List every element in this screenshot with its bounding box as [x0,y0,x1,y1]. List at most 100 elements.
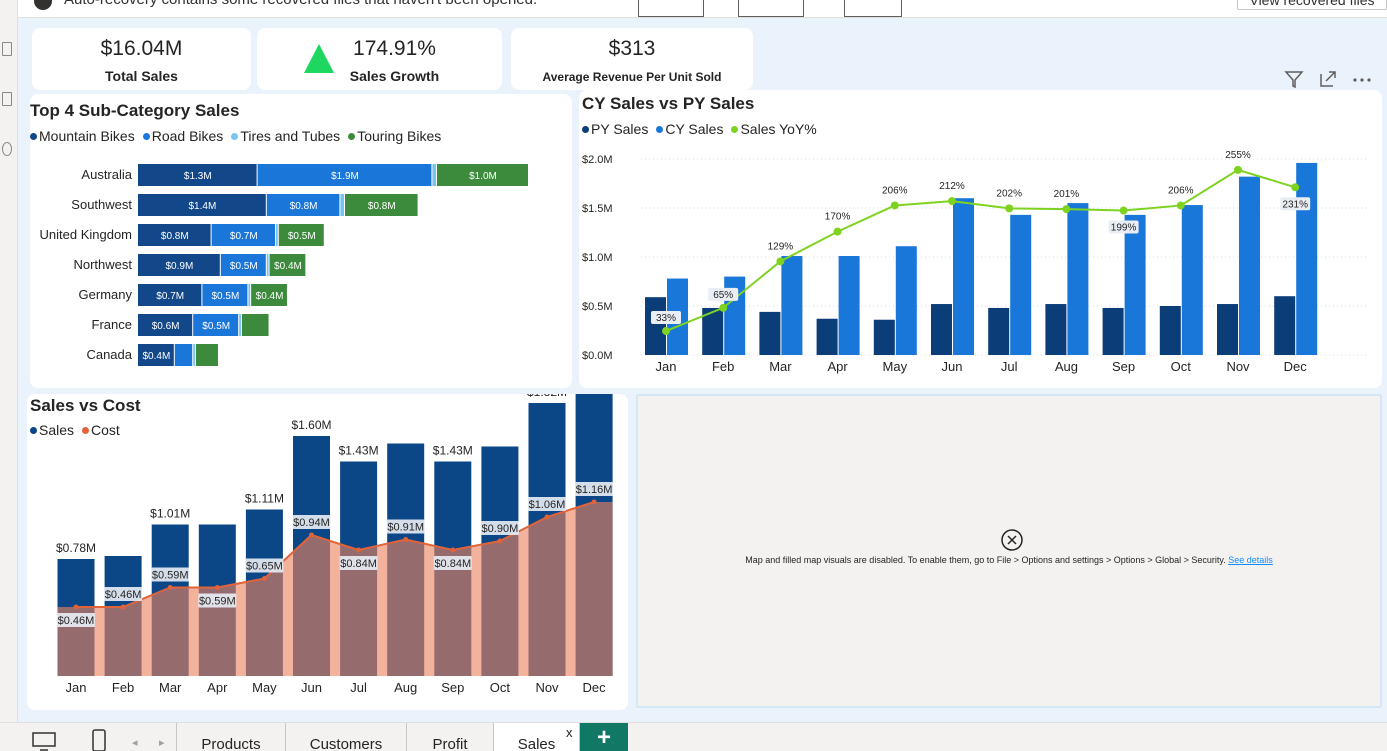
more-options-icon[interactable] [1351,68,1373,90]
tab-profit[interactable]: Profit [407,723,494,751]
view-recovered-files-button[interactable]: View recovered files [1237,0,1387,10]
x-tick-label: May [252,680,277,695]
data-label: $1.0M [469,171,497,182]
scroll-left-icon[interactable]: ◂ [132,736,138,749]
data-label: $0.8M [368,201,396,212]
cy-sales-bar [895,246,917,355]
x-tick-label: Dec [583,680,607,695]
power-bi-desktop-window: Auto-recovery contains some recovered fi… [0,0,1387,751]
add-page-button[interactable]: + [580,723,628,751]
sales-vs-cost-visual[interactable]: Sales vs Cost Sales Cost Jan Feb Mar Apr May J… [27,394,628,710]
stacked-bar-segment [340,194,344,216]
top4-chart-svg: Australia $1.3M $1.9M $1.0M Southwest $1.4M $0… [40,164,528,366]
x-tick-label: Apr [207,680,228,695]
cy-sales-bar [1124,214,1146,355]
yoy-point [1062,205,1071,214]
x-tick-label: Oct [1171,359,1192,374]
tab-customers[interactable]: Customers [286,723,407,751]
cost-point [261,576,267,581]
data-label: $1.3M [184,171,212,182]
table-view-icon[interactable] [2,92,12,106]
stacked-bar-segment [195,344,218,366]
sales-data-label: $1.43M [433,444,473,458]
top4-subcategory-visual[interactable]: Top 4 Sub-Category Sales Mountain Bikes R… [30,94,572,388]
data-label: $0.8M [290,201,318,212]
py-sales-bar [1102,307,1124,355]
category-label: Southwest [71,197,132,212]
scroll-right-icon[interactable]: ▸ [159,736,165,749]
yoy-point [776,257,785,266]
x-tick-label: Jun [942,359,963,374]
x-tick-label: Jul [350,680,367,695]
py-sales-bar [759,311,781,355]
yoy-data-label: 201% [1054,189,1080,200]
cost-data-label: $0.65M [246,561,283,573]
cost-data-label: $0.59M [199,596,236,608]
stacked-bar-segment [276,224,278,246]
see-details-link[interactable]: See details [1228,555,1273,565]
close-tab-icon[interactable]: x [566,725,573,740]
yoy-point [1234,165,1242,174]
focus-mode-icon[interactable] [1317,68,1339,90]
y-tick-label: $0.0M [582,350,613,362]
x-tick-label: Feb [712,359,734,374]
cost-point [544,514,550,520]
report-canvas: $16.04M Total Sales 174.91% Sales Growth… [18,18,1387,722]
ribbon-control-stub [638,0,704,17]
kpi-card-sales-growth[interactable]: 174.91% Sales Growth [257,28,502,90]
yoy-data-label: 199% [1111,223,1137,234]
cost-point [309,532,314,538]
mobile-layout-icon[interactable] [91,728,107,751]
yoy-data-label: 170% [825,212,851,223]
y-tick-label: $2.0M [582,154,613,166]
cy-sales-bar [1010,214,1032,355]
data-label: $0.4M [274,261,302,272]
x-tick-label: May [883,359,908,374]
cost-data-label: $0.91M [387,522,424,534]
py-sales-bar [1159,306,1181,355]
stacked-bar-segment [239,314,241,336]
yoy-data-label: 206% [1168,185,1194,196]
kpi-card-total-sales[interactable]: $16.04M Total Sales [32,28,251,90]
x-tick-label: Feb [112,680,134,695]
cost-data-label: $0.94M [293,517,330,529]
stacked-bar-segment [241,314,269,336]
data-label: $0.5M [288,231,316,242]
cost-point [214,585,220,590]
cy-sales-bar [1067,203,1089,355]
x-tick-label: Nov [1226,359,1250,374]
cost-point [356,547,362,553]
category-label: Northwest [73,257,132,272]
data-label: $0.4M [143,351,171,362]
stacked-bar-segment [266,254,269,276]
category-label: Australia [81,167,132,182]
x-tick-label: Nov [535,680,559,695]
x-tick-label: Mar [159,680,182,695]
yoy-point [719,303,728,312]
category-label: United Kingdom [40,227,133,242]
cost-point [450,547,456,553]
page-tab-bar: ◂ ▸ Products Customers Profit Sales x + [0,722,1387,751]
tab-products[interactable]: Products [176,723,286,751]
kpi-label: Total Sales [105,68,178,84]
kpi-card-avg-revenue[interactable]: $313 Average Revenue Per Unit Sold [511,28,753,90]
report-view-icon[interactable] [2,42,12,56]
cy-vs-py-visual[interactable]: CY Sales vs PY Sales PY Sales CY Sales Sal… [579,90,1382,388]
cy-sales-bar [838,256,860,355]
model-view-icon[interactable] [2,142,12,156]
map-visual-placeholder[interactable]: Map and filled map visuals are disabled.… [636,394,1382,708]
yoy-point [833,227,842,236]
kpi-value: 174.91% [353,37,436,60]
stacked-bar-segment [432,164,436,186]
data-label: $1.4M [189,201,217,212]
desktop-layout-icon[interactable] [31,731,57,751]
cost-data-label: $0.90M [482,523,519,535]
cost-point [497,538,503,544]
yoy-point [662,327,670,336]
yoy-data-label: 129% [768,241,794,252]
info-icon [34,0,52,10]
data-label: $0.8M [161,231,189,242]
category-label: Germany [79,287,133,302]
filter-icon[interactable] [1283,68,1305,90]
cy-sales-bar [1181,205,1203,355]
